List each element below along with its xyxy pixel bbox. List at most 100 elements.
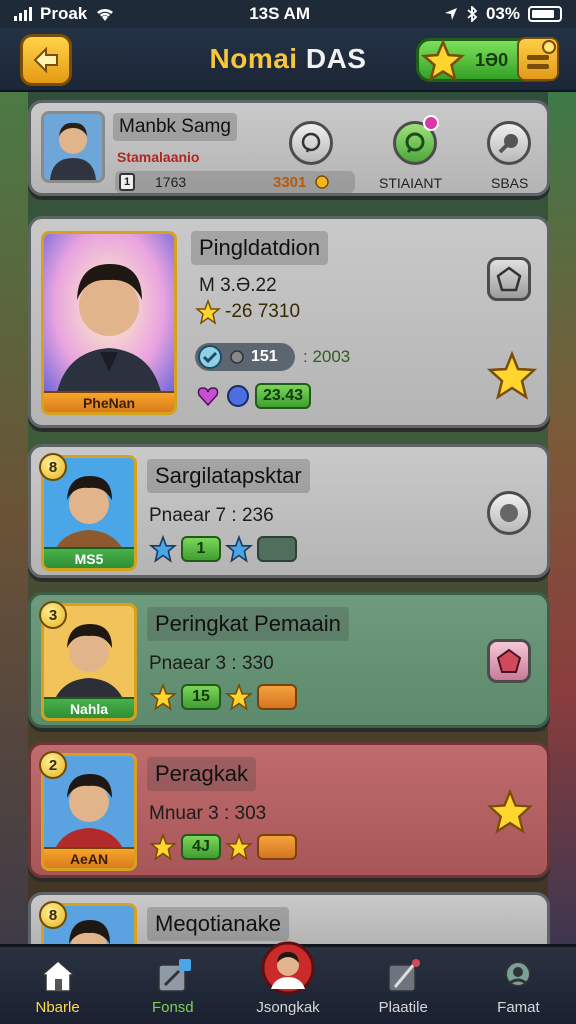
player-portrait-label: MS5: [44, 547, 134, 568]
player-portrait-label: AeAN: [44, 847, 134, 868]
rank-badge: 8: [39, 901, 67, 929]
check-icon: [198, 345, 222, 369]
coin-counter[interactable]: 1Ə0: [416, 37, 559, 82]
star-icon: [149, 683, 177, 711]
page-title: Nomai DAS: [209, 43, 367, 74]
player-bar-track: [257, 536, 297, 562]
star-icon: [225, 683, 253, 711]
carrier: Proak: [40, 4, 88, 23]
player-progress: 15: [149, 683, 297, 711]
arrow-left-icon: [33, 46, 58, 74]
clock: 13S AM: [249, 4, 310, 23]
nav-label: Fonsd: [151, 999, 194, 1016]
player-progress: 4J: [149, 833, 297, 861]
star-icon: [149, 535, 177, 563]
profile-action-label: SBAS: [491, 175, 529, 191]
profile-name: Manbk Samg: [113, 113, 237, 141]
profile-stats: 1 1763 3301: [115, 171, 355, 193]
player-progress: 1: [149, 535, 297, 563]
nav-ranking[interactable]: Jsongkak: [230, 941, 345, 1024]
pencil-icon: [388, 959, 421, 992]
star-icon: [195, 299, 221, 325]
player-name: Peringkat Pemaain: [147, 607, 349, 641]
star-icon: [225, 535, 253, 563]
edit-icon: [158, 959, 191, 992]
notification-dot: [423, 115, 439, 131]
favorite-button[interactable]: [486, 350, 538, 406]
bottom-nav: Nbarle Fonsd Jsongkak Plaatile Famat: [0, 941, 576, 1024]
nav-friends[interactable]: Fonsd: [115, 947, 230, 1024]
shop-icon[interactable]: [517, 37, 559, 81]
player-action-button[interactable]: [486, 788, 534, 840]
settings-button[interactable]: [487, 121, 531, 165]
player-action-button[interactable]: [487, 639, 531, 683]
star-icon: [225, 833, 253, 861]
featured-stat-c: 23.43: [255, 383, 311, 409]
rank-badge: 3: [39, 601, 67, 629]
featured-stat-a: 151: [251, 348, 278, 365]
player-card[interactable]: MS5 8 Sargilatapsktar Pnaear 7 : 236 1: [28, 444, 550, 578]
puzzle-icon: [500, 504, 518, 522]
profile-card[interactable]: Manbk Samg Stamalaanio 1 1763 3301 STIAI…: [28, 100, 550, 196]
featured-rating: -26 7310: [195, 299, 300, 325]
player-bar-track: [257, 684, 297, 710]
featured-stat-row: 151 : 2003: [195, 343, 350, 371]
player-name: Peragkak: [147, 757, 256, 791]
signal-icon: [14, 7, 32, 21]
coin-icon: [315, 175, 330, 189]
player-bar-value: 4J: [181, 834, 221, 860]
featured-gems: 23.43: [195, 383, 311, 409]
nav-profile[interactable]: Plaatile: [346, 947, 461, 1024]
featured-portrait-label: PheNan: [44, 391, 174, 412]
chat-icon: [301, 132, 321, 153]
back-button[interactable]: [20, 34, 72, 86]
background-left: [0, 90, 28, 950]
player-card[interactable]: 8 Meqotianake: [28, 892, 550, 947]
featured-line1: M 3.Ə.22: [199, 275, 277, 296]
wrench-icon: [498, 134, 518, 154]
player-card[interactable]: AeAN 2 Peragkak Mnuar 3 : 303 4J: [28, 742, 550, 878]
profile-coins: 3301: [273, 173, 307, 191]
profile-subtitle: Stamalaanio: [117, 149, 200, 165]
wifi-icon: [97, 8, 114, 21]
player-bar-value: 1: [181, 536, 221, 562]
star-icon: [149, 833, 177, 861]
profile-score: 1763: [155, 174, 187, 190]
featured-name: Pingldatdion: [191, 231, 329, 265]
star-icon: [486, 788, 534, 834]
search-icon: [505, 961, 532, 987]
player-name: Meqotianake: [147, 907, 289, 941]
nav-search[interactable]: Famat: [461, 947, 576, 1024]
star-icon: [421, 39, 465, 82]
status-bar: Proak 13S AM 03%: [0, 0, 576, 28]
home-icon: [39, 960, 76, 992]
badge-icon: [496, 266, 522, 292]
level-badge: 1: [119, 173, 135, 191]
battery-icon: [528, 6, 562, 22]
star-icon: [486, 350, 538, 400]
player-action-button[interactable]: [487, 491, 531, 535]
featured-stat-b: : 2003: [303, 347, 351, 366]
badge-button[interactable]: [487, 257, 531, 301]
avatar-icon: [261, 941, 315, 995]
coin-count: 1Ə0: [475, 49, 509, 70]
profile-avatar: [41, 111, 105, 183]
player-stat: Pnaear 3 : 330: [149, 653, 274, 674]
player-stat: Mnuar 3 : 303: [149, 803, 267, 824]
featured-portrait: PheNan: [41, 231, 177, 415]
friends-icon: [405, 132, 425, 154]
rank-badge: 2: [39, 751, 67, 779]
player-card[interactable]: Nahla 3 Peringkat Pemaain Pnaear 3 : 330…: [28, 592, 550, 728]
featured-line2: -26 7310: [225, 301, 301, 322]
player-bar-track: [257, 834, 297, 860]
profile-action-label: STIAIANT: [379, 175, 443, 191]
nav-label: Nbarle: [35, 999, 80, 1016]
featured-player-card[interactable]: PheNan Pingldatdion M 3.Ə.22 -26 7310 15…: [28, 216, 550, 428]
chat-button[interactable]: [289, 121, 333, 165]
heart-gem-icon: [197, 387, 219, 407]
rank-badge: 8: [39, 453, 67, 481]
location-icon: [444, 8, 457, 20]
background-right: [548, 90, 576, 950]
bluetooth-icon: [467, 6, 478, 22]
nav-home[interactable]: Nbarle: [0, 947, 115, 1024]
